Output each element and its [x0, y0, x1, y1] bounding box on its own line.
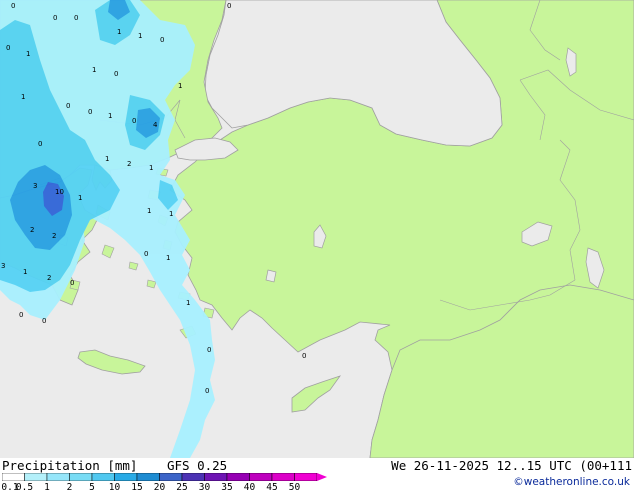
value-label: 0: [6, 44, 10, 52]
valid-datetime: We 26-11-2025 12..15 UTC (00+111: [391, 458, 632, 473]
value-label: 3: [1, 262, 5, 270]
colorbar: [2, 473, 327, 481]
value-label: 0: [114, 70, 118, 78]
value-label: 10: [55, 188, 64, 196]
map-canvas: 0 0 0 1 1 0 0 1 1 1 0 1 0 0 1 0 4 0 1 2 …: [0, 0, 634, 458]
value-label: 0: [38, 140, 42, 148]
value-label: 0: [66, 102, 70, 110]
value-label: 0: [74, 14, 78, 22]
value-label: 0: [88, 108, 92, 116]
colorbar-tick-label: 20: [153, 482, 166, 493]
colorbar-segment: [136, 473, 160, 481]
precipitation-map[interactable]: 0 0 0 1 1 0 0 1 1 1 0 1 0 0 1 0 4 0 1 2 …: [0, 0, 634, 458]
value-label: 1: [169, 210, 173, 218]
value-label: 0: [205, 387, 209, 395]
value-label: 0: [11, 2, 15, 10]
value-label: 0: [207, 346, 211, 354]
value-label: 1: [21, 93, 25, 101]
value-label: 2: [52, 232, 56, 240]
value-label: 1: [166, 254, 170, 262]
value-label: 3: [33, 182, 37, 190]
colorbar-tick-label: 15: [131, 482, 143, 493]
colorbar-segment: [114, 473, 138, 481]
colorbar-segment: [249, 473, 273, 481]
value-label: 1: [78, 194, 82, 202]
colorbar-tick-label: 1: [44, 482, 50, 493]
value-label: 0: [144, 250, 148, 258]
map-footer: Precipitation [mm] GFS 0.25 We 26-11-202…: [0, 458, 634, 493]
colorbar-arrow: [317, 473, 327, 481]
colorbar-tick-label: 40: [243, 482, 256, 493]
colorbar-tick-label: 25: [176, 482, 188, 493]
value-label: 2: [30, 226, 34, 234]
value-label: 0: [302, 352, 306, 360]
value-label: 1: [178, 82, 182, 90]
map-title: Precipitation [mm]: [2, 458, 138, 473]
colorbar-segment: [159, 473, 183, 481]
colorbar-tick-label: 35: [221, 482, 233, 493]
value-label: 1: [147, 207, 151, 215]
model-name: GFS 0.25: [167, 458, 228, 473]
colorbar-segment: [91, 473, 115, 481]
colorbar-segment: [294, 473, 318, 481]
value-label: 1: [138, 32, 142, 40]
value-label: 2: [47, 274, 51, 282]
value-label: 1: [23, 268, 27, 276]
colorbar-segment: [46, 473, 70, 481]
value-label: 0: [160, 36, 164, 44]
colorbar-segment: [271, 473, 295, 481]
value-label: 1: [117, 28, 121, 36]
value-label: 0: [42, 317, 46, 325]
colorbar-tick-label: 2: [66, 482, 73, 493]
colorbar-segment: [24, 473, 48, 481]
colorbar-tick-label: 45: [266, 482, 278, 493]
value-label: 1: [149, 164, 153, 172]
colorbar-tick-label: 5: [89, 482, 95, 493]
value-label: 0: [53, 14, 57, 22]
credit-link[interactable]: ©weatheronline.co.uk: [513, 475, 630, 489]
colorbar-segment: [226, 473, 250, 481]
colorbar-segment: [2, 473, 25, 481]
value-label: 0: [227, 2, 231, 10]
colorbar-tick-label: 30: [198, 482, 211, 493]
colorbar-tick-label: 0.5: [15, 482, 34, 493]
lake-beysehir: [265, 269, 277, 283]
value-label: 2: [127, 160, 131, 168]
value-label: 1: [92, 66, 96, 74]
colorbar-segment: [181, 473, 205, 481]
value-label: 0: [19, 311, 23, 319]
value-label: 4: [153, 121, 158, 129]
value-label: 1: [26, 50, 30, 58]
value-label: 1: [108, 112, 112, 120]
colorbar-tick-label: 50: [288, 482, 301, 493]
value-label: 0: [132, 117, 136, 125]
value-label: 1: [186, 299, 190, 307]
value-label: 0: [70, 279, 74, 287]
value-label: 1: [105, 155, 109, 163]
colorbar-segment: [204, 473, 228, 481]
colorbar-segment: [69, 473, 93, 481]
colorbar-tick-label: 10: [108, 482, 121, 493]
